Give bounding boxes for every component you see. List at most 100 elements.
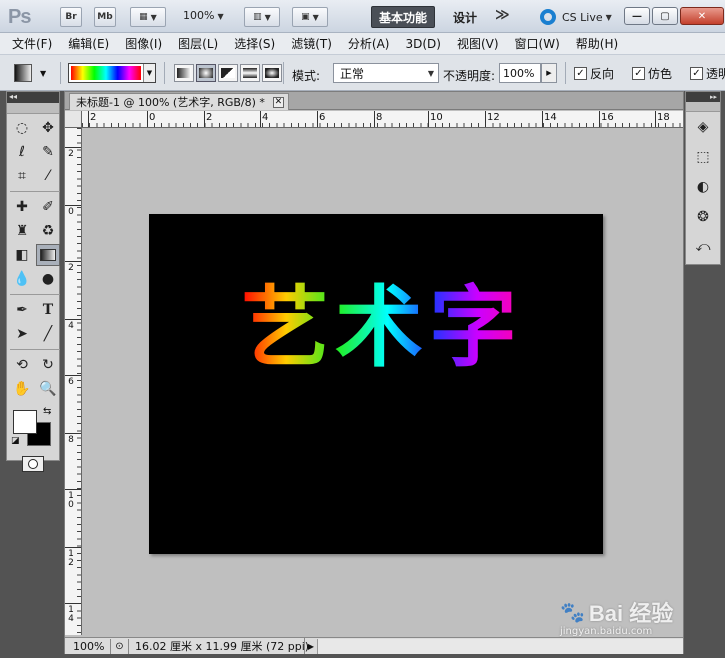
blur-tool-icon[interactable]: 💧 xyxy=(10,268,34,290)
menu-view[interactable]: 视图(V) xyxy=(449,35,507,52)
move-tool-icon[interactable]: ✥ xyxy=(36,117,60,139)
checkbox-checked-icon: ✓ xyxy=(690,67,703,80)
menu-analysis[interactable]: 分析(A) xyxy=(340,35,398,52)
clone-stamp-tool-icon[interactable]: ♜ xyxy=(10,220,34,242)
tools-panel-grip[interactable] xyxy=(7,103,59,114)
brush-tool-icon[interactable]: ✐ xyxy=(36,196,60,218)
horizontal-scrollbar[interactable] xyxy=(317,638,683,654)
linear-gradient-button[interactable] xyxy=(174,64,194,82)
mode-select[interactable]: 正常 ▼ xyxy=(333,63,439,83)
close-tab-button[interactable]: ✕ xyxy=(272,96,284,108)
channels-panel-icon[interactable]: ❂ xyxy=(686,202,720,232)
ruler-major-tick xyxy=(65,489,81,490)
menu-window[interactable]: 窗口(W) xyxy=(507,35,568,52)
history-panel-icon[interactable]: ⤺ xyxy=(686,232,720,262)
history-brush-tool-icon[interactable]: ♻ xyxy=(36,220,60,242)
adjustments-panel-icon[interactable]: ◐ xyxy=(686,172,720,202)
document-tab[interactable]: 未标题-1 @ 100% (艺术字, RGB/8) * ✕ xyxy=(69,93,289,110)
cs-live-label: CS Live xyxy=(562,10,603,24)
eraser-tool-icon[interactable]: ◧ xyxy=(10,244,34,266)
path-selection-tool-icon[interactable]: ➤ xyxy=(10,323,34,345)
view-extras-button[interactable]: ▦ ▼ xyxy=(130,7,166,27)
chevron-down-icon: ▼ xyxy=(40,68,47,78)
ruler-origin[interactable] xyxy=(65,111,82,128)
divider xyxy=(10,294,60,295)
gradient-picker[interactable]: ▼ xyxy=(68,63,156,83)
screen-mode-button[interactable]: ▣ ▼ xyxy=(292,7,328,27)
dither-label: 仿色 xyxy=(648,67,673,81)
eyedropper-tool-icon[interactable]: ⁄ xyxy=(36,165,60,187)
ruler-major-tick xyxy=(65,319,81,320)
marquee-tool-icon[interactable]: ◌ xyxy=(10,117,34,139)
menu-filter[interactable]: 滤镜(T) xyxy=(283,35,340,52)
ruler-major-tick xyxy=(542,111,543,127)
minimize-button[interactable]: — xyxy=(624,7,650,25)
tools-panel-collapse[interactable]: ◂◂ xyxy=(7,92,59,103)
zoom-tool-icon[interactable]: 🔍 xyxy=(36,378,60,400)
ruler-major-tick xyxy=(88,111,89,127)
panel-dock-grip[interactable] xyxy=(686,102,720,112)
transparency-checkbox[interactable]: ✓ 透明 xyxy=(690,65,725,82)
menu-edit[interactable]: 编辑(E) xyxy=(60,35,117,52)
foreground-color-swatch[interactable] xyxy=(13,410,37,434)
ruler-major-tick xyxy=(65,603,81,604)
divider xyxy=(60,62,61,84)
3d-rotate-tool-icon[interactable]: ⟲ xyxy=(10,354,34,376)
opacity-slider-button[interactable]: ▶ xyxy=(541,63,557,83)
workspace-essentials-button[interactable]: 基本功能 xyxy=(371,6,435,28)
zoom-input[interactable]: 100% xyxy=(65,638,111,654)
line-tool-icon[interactable]: ╱ xyxy=(36,323,60,345)
horizontal-ruler[interactable]: 2 0 2 4 6 8 10 12 14 16 18 xyxy=(82,111,683,128)
ruler-v-label: 1 2 xyxy=(68,549,74,568)
angle-gradient-button[interactable] xyxy=(218,64,238,82)
ruler-h-label: 10 xyxy=(430,112,443,123)
workspace-design-button[interactable]: 设计 xyxy=(453,9,477,26)
dodge-tool-icon[interactable]: ● xyxy=(36,268,60,290)
reflected-gradient-button[interactable] xyxy=(240,64,260,82)
menu-select[interactable]: 选择(S) xyxy=(226,35,283,52)
pen-tool-icon[interactable]: ✒ xyxy=(10,299,34,321)
crop-tool-icon[interactable]: ⌗ xyxy=(10,165,34,187)
ruler-major-tick xyxy=(260,111,261,127)
mode-value: 正常 xyxy=(340,66,365,81)
menu-image[interactable]: 图像(I) xyxy=(117,35,170,52)
menu-layer[interactable]: 图层(L) xyxy=(170,35,226,52)
radial-gradient-button[interactable] xyxy=(196,64,216,82)
gradient-tool-icon[interactable] xyxy=(36,244,60,266)
chevron-down-icon[interactable]: ▼ xyxy=(143,64,155,82)
arrange-documents-button[interactable]: ▥ ▼ xyxy=(244,7,280,27)
ruler-major-tick xyxy=(317,111,318,127)
close-button[interactable]: ✕ xyxy=(680,7,724,25)
swap-colors-icon[interactable]: ⇆ xyxy=(43,406,51,417)
hand-tool-icon[interactable]: ✋ xyxy=(10,378,34,400)
ruler-v-label: 1 4 xyxy=(68,605,74,624)
maximize-button[interactable]: ▢ xyxy=(652,7,678,25)
tool-preset-picker[interactable]: ▼ xyxy=(14,63,54,83)
reverse-checkbox[interactable]: ✓ 反向 xyxy=(574,65,614,82)
workspace-more-button[interactable]: ≫ xyxy=(495,7,510,23)
canvas[interactable]: 艺术字 xyxy=(149,214,603,554)
default-colors-icon[interactable]: ◪ xyxy=(11,436,20,446)
vertical-ruler[interactable]: 2 0 2 4 6 8 1 0 1 2 1 4 xyxy=(65,128,82,635)
type-tool-icon[interactable]: T xyxy=(36,299,60,321)
bridge-button[interactable]: Br xyxy=(60,7,82,27)
menu-file[interactable]: 文件(F) xyxy=(4,35,60,52)
menu-3d[interactable]: 3D(D) xyxy=(397,37,448,51)
panel-dock-expand[interactable]: ▸▸ xyxy=(686,92,720,102)
menu-help[interactable]: 帮助(H) xyxy=(568,35,626,52)
3d-orbit-tool-icon[interactable]: ↻ xyxy=(36,354,60,376)
status-info-icon[interactable]: ⊙ xyxy=(111,638,129,654)
quick-mask-button[interactable] xyxy=(22,456,44,472)
layers-panel-icon[interactable]: ◈ xyxy=(686,112,720,142)
status-menu-arrow[interactable]: ▶ xyxy=(305,642,317,651)
diamond-gradient-button[interactable] xyxy=(262,64,282,82)
mini-bridge-button[interactable]: Mb xyxy=(94,7,116,27)
opacity-input[interactable]: 100% xyxy=(499,63,541,83)
lasso-tool-icon[interactable]: ℓ xyxy=(10,141,34,163)
dither-checkbox[interactable]: ✓ 仿色 xyxy=(632,65,672,82)
paths-panel-icon[interactable]: ⬚ xyxy=(686,142,720,172)
spot-healing-tool-icon[interactable]: ✚ xyxy=(10,196,34,218)
quick-selection-tool-icon[interactable]: ✎ xyxy=(36,141,60,163)
zoom-level-dropdown[interactable]: 100% ▼ xyxy=(183,9,224,22)
cs-live-button[interactable]: CS Live ▼ xyxy=(540,9,612,25)
